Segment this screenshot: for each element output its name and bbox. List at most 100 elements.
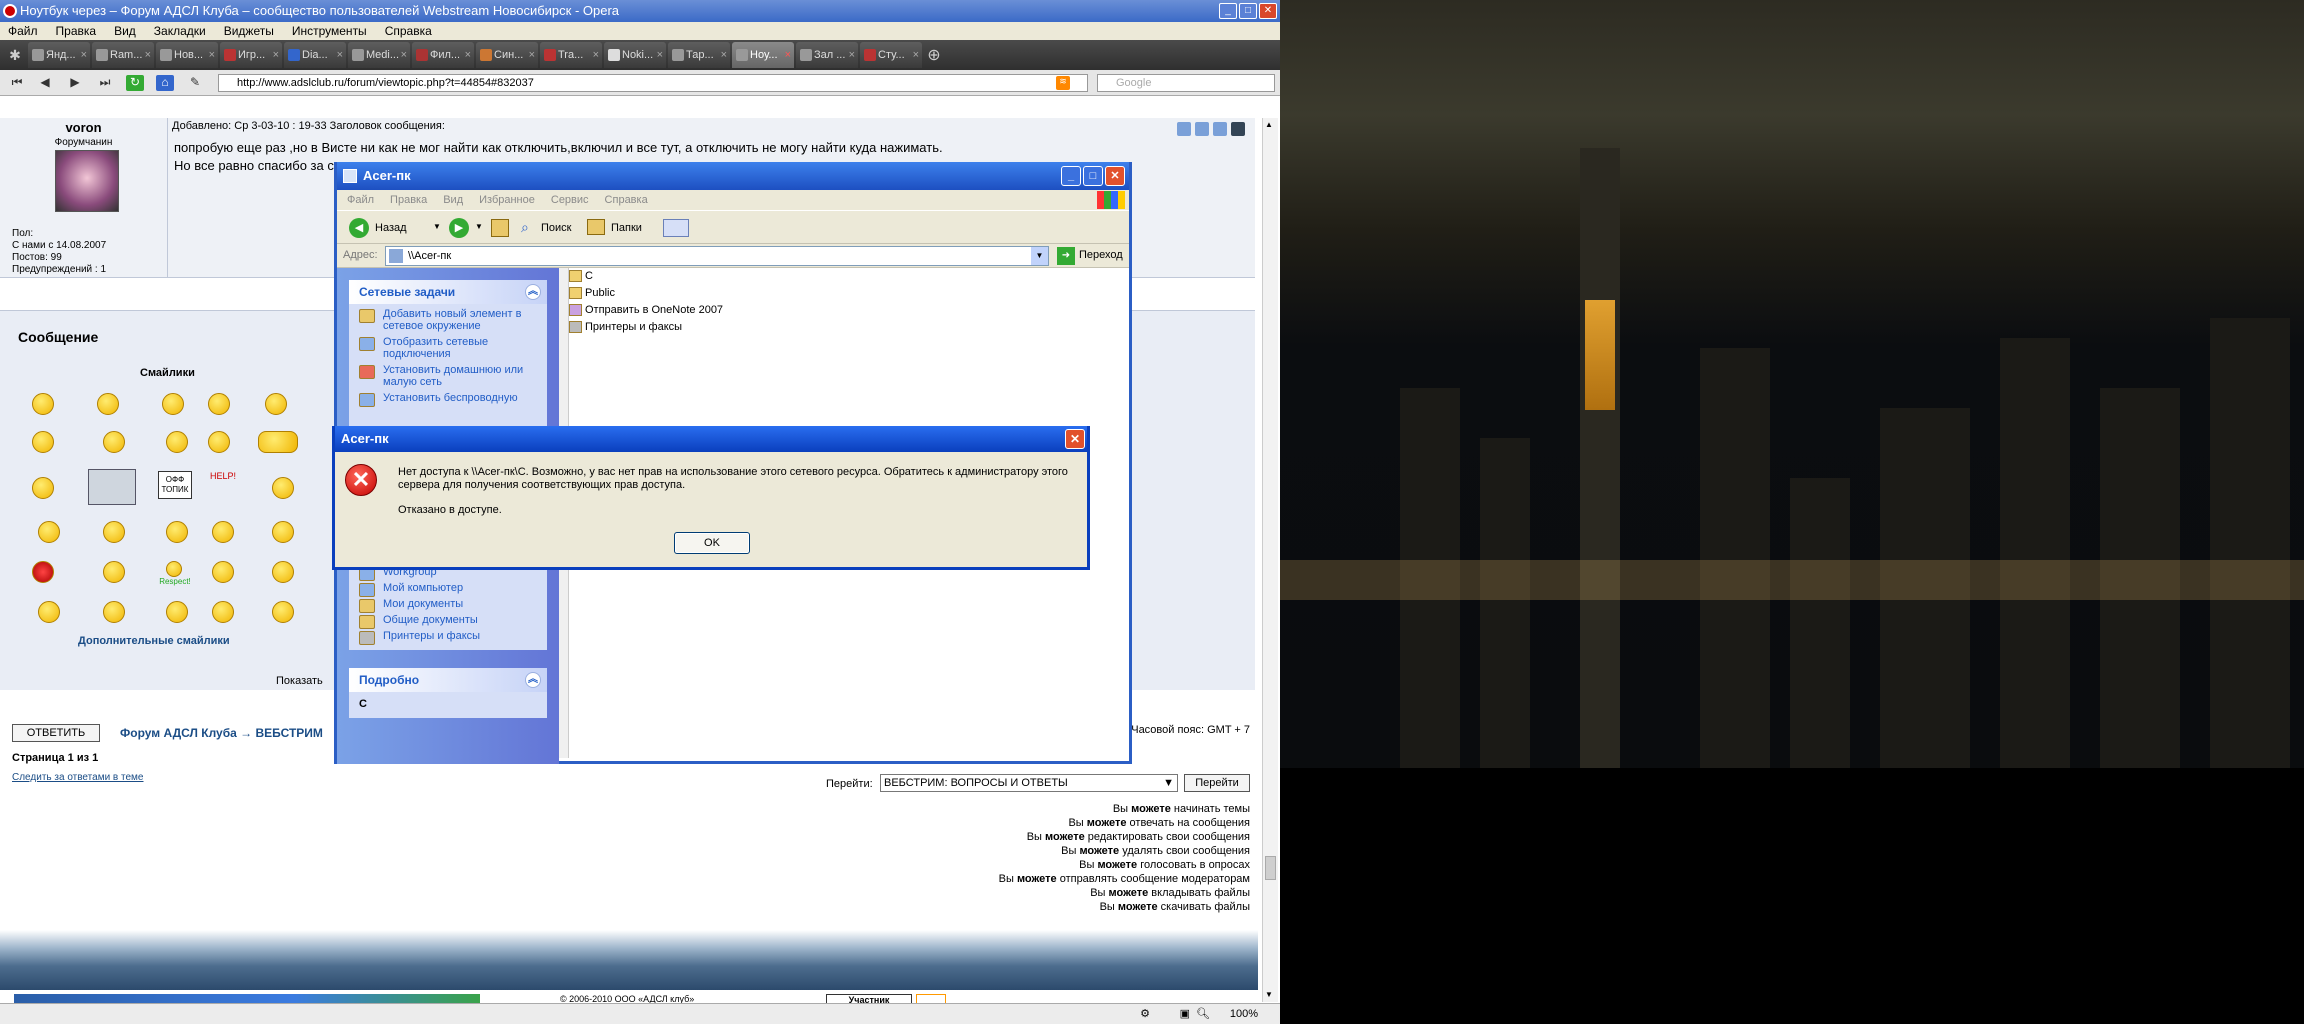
menu-help[interactable]: Справка	[605, 190, 648, 210]
tab[interactable]: Нов... ×	[156, 42, 218, 68]
home-icon[interactable]: ⌂	[156, 75, 174, 91]
smiley-icon[interactable]	[208, 393, 230, 415]
tab[interactable]: Ram... ×	[92, 42, 154, 68]
smiley-icon[interactable]	[103, 431, 125, 453]
menu-view[interactable]: Вид	[443, 190, 463, 210]
smiley-icon[interactable]	[38, 521, 60, 543]
chevron-down-icon[interactable]: ▼	[1031, 247, 1048, 265]
tab[interactable]: Сту... ×	[860, 42, 922, 68]
page-scrollbar[interactable]: ▲ ▼	[1262, 118, 1278, 1002]
smiley-icon[interactable]	[208, 431, 230, 453]
place-shared-documents[interactable]: Общие документы	[349, 614, 547, 629]
back-arrow-icon[interactable]: ◀	[349, 218, 369, 238]
reload-icon[interactable]: ↻	[126, 75, 144, 91]
chevron-down-icon[interactable]: ▼	[433, 222, 441, 231]
task-show-connections[interactable]: Отобразить сетевые подключения	[349, 336, 547, 360]
menu-tools[interactable]: Инструменты	[292, 22, 367, 40]
views-icon[interactable]	[663, 219, 689, 237]
forward-icon[interactable]: ▶	[66, 75, 84, 91]
tab[interactable]: Син... ×	[476, 42, 538, 68]
back-button[interactable]: Назад	[375, 222, 407, 234]
folders-icon[interactable]	[587, 219, 605, 235]
search-field[interactable]: Google	[1097, 74, 1275, 92]
menu-file[interactable]: Файл	[347, 190, 374, 210]
ok-button[interactable]: OK	[674, 532, 750, 554]
smiley-icon[interactable]	[272, 601, 294, 623]
menu-file[interactable]: Файл	[8, 22, 38, 40]
smiley-icon[interactable]	[32, 431, 54, 453]
smiley-icon[interactable]	[212, 601, 234, 623]
address-field[interactable]: \\Acer-пк ▼	[385, 246, 1049, 266]
smiley-icon[interactable]	[272, 477, 294, 499]
forward-arrow-icon[interactable]: ▶	[449, 218, 469, 238]
rss-icon[interactable]: ≋	[1056, 76, 1070, 90]
smiley-icon[interactable]	[103, 561, 125, 583]
report-icon[interactable]	[1213, 122, 1227, 136]
folders-button[interactable]: Папки	[611, 222, 642, 234]
place-printers[interactable]: Принтеры и факсы	[349, 630, 547, 645]
close-button[interactable]: ✕	[1259, 3, 1277, 19]
rewind-icon[interactable]: ⏮	[8, 75, 26, 91]
task-home-network[interactable]: Установить домашнюю или малую сеть	[349, 364, 547, 388]
offtopic-smiley-icon[interactable]: ОФФ ТОПИК	[158, 471, 192, 499]
go-button[interactable]: Переход	[1079, 249, 1123, 261]
close-button[interactable]: ✕	[1105, 166, 1125, 186]
close-button[interactable]: ✕	[1065, 429, 1085, 449]
view-icon[interactable]: ▣	[1180, 1007, 1190, 1020]
tab-active[interactable]: Ноу... ×	[732, 42, 794, 68]
smiley-icon[interactable]	[97, 393, 119, 415]
collapse-icon[interactable]: ︽	[525, 284, 541, 300]
scroll-down-icon[interactable]: ▼	[1265, 990, 1275, 1000]
tab[interactable]: Medi... ×	[348, 42, 410, 68]
maximize-button[interactable]: □	[1239, 3, 1257, 19]
back-icon[interactable]: ◀	[36, 75, 54, 91]
respect-smiley-icon[interactable]: Respect!	[158, 561, 192, 586]
menu-service[interactable]: Сервис	[551, 190, 589, 210]
up-folder-icon[interactable]	[491, 219, 509, 237]
smiley-icon[interactable]	[265, 393, 287, 415]
task-add-place[interactable]: Добавить новый элемент в сетевое окружен…	[349, 308, 547, 332]
search-button[interactable]: Поиск	[541, 222, 571, 234]
smiley-icon[interactable]	[103, 521, 125, 543]
computer-smiley-icon[interactable]	[88, 469, 136, 505]
quote-icon[interactable]	[1177, 122, 1191, 136]
tab[interactable]: Tra... ×	[540, 42, 602, 68]
menu-edit[interactable]: Правка	[56, 22, 97, 40]
smiley-icon[interactable]	[32, 393, 54, 415]
menu-view[interactable]: Вид	[114, 22, 136, 40]
tab[interactable]: Фил... ×	[412, 42, 474, 68]
jump-button[interactable]: Перейти	[1184, 774, 1250, 792]
minimize-button[interactable]: _	[1061, 166, 1081, 186]
tab[interactable]: Зал ... ×	[796, 42, 858, 68]
file-item-share[interactable]: Public	[569, 285, 1125, 302]
smiley-icon[interactable]	[162, 393, 184, 415]
wand-icon[interactable]: ✎	[186, 75, 204, 91]
task-wireless[interactable]: Установить беспроводную	[349, 392, 547, 407]
url-field[interactable]: http://www.adslclub.ru/forum/viewtopic.p…	[218, 74, 1088, 92]
file-item-printers[interactable]: Принтеры и факсы	[569, 319, 1125, 336]
smiley-icon[interactable]	[212, 561, 234, 583]
new-tab-icon[interactable]: ⊕	[924, 45, 944, 65]
jump-select[interactable]: ВЕБСТРИМ: ВОПРОСЫ И ОТВЕТЫ ▼	[880, 774, 1178, 792]
watch-topic-link[interactable]: Следить за ответами в теме	[12, 772, 144, 783]
menu-favorites[interactable]: Избранное	[479, 190, 535, 210]
smiley-icon[interactable]	[166, 521, 188, 543]
place-my-documents[interactable]: Мои документы	[349, 598, 547, 613]
smiley-icon[interactable]	[38, 601, 60, 623]
maximize-button[interactable]: □	[1083, 166, 1103, 186]
tab[interactable]: Dia... ×	[284, 42, 346, 68]
menu-help[interactable]: Справка	[385, 22, 432, 40]
smiley-icon[interactable]	[166, 601, 188, 623]
more-smilies-link[interactable]: Дополнительные смайлики	[78, 635, 230, 647]
chevron-down-icon[interactable]: ▼	[475, 222, 483, 231]
tab[interactable]: Noki... ×	[604, 42, 666, 68]
ip-icon[interactable]	[1231, 122, 1245, 136]
tab[interactable]: Янд... ×	[28, 42, 90, 68]
smiley-icon[interactable]	[32, 477, 54, 499]
breadcrumb[interactable]: Форум АДСЛ Клуба → ВЕБСТРИМ	[120, 726, 323, 740]
fast-forward-icon[interactable]: ⏭	[96, 75, 114, 91]
scroll-thumb[interactable]	[1265, 856, 1276, 880]
zoom-icon[interactable]: 🔍︎	[1196, 1007, 1210, 1020]
go-arrow-icon[interactable]: ➜	[1057, 247, 1075, 265]
devil-smiley-icon[interactable]	[32, 561, 54, 583]
